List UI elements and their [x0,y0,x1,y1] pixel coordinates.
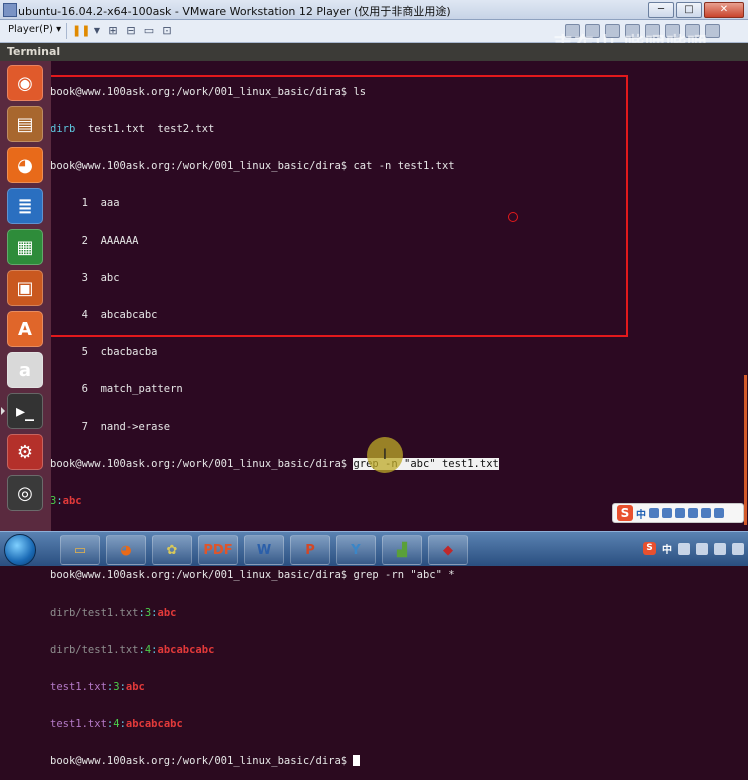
dash-icon[interactable]: ◉ [7,65,43,101]
terminal-line: book@www.100ask.org:/work/001_linux_basi… [50,569,499,581]
volume-icon[interactable] [696,542,708,555]
output-line: 4 abcabcabc [50,309,158,322]
output-line: 2 AAAAAA [50,234,139,247]
chevron-down-icon[interactable]: ▼ [90,24,104,38]
grep-result: 3:abc [50,495,499,507]
files-icon[interactable]: ▤ [7,106,43,142]
terminal-line: book@www.100ask.org:/work/001_linux_basi… [50,86,499,98]
windows-taskbar: ▭ ◕ ✿ PDF W P Y ▟ ◆ S 中 [0,531,748,566]
word-icon[interactable]: W [244,535,284,565]
minimize-button[interactable]: ─ [648,2,674,18]
match-text: abc [157,606,177,619]
explorer-icon[interactable]: ▭ [60,535,100,565]
sogou-logo-icon[interactable]: S [617,505,633,521]
writer-icon[interactable]: ≣ [7,188,43,224]
software-center-icon[interactable]: A [7,311,43,347]
output-line: 6 match_pattern [50,383,183,396]
firefox-taskbar-icon[interactable]: ◕ [106,535,146,565]
maximize-button[interactable]: □ [676,2,702,18]
file-path: test1.txt [50,681,107,694]
toolbar-divider [66,23,67,39]
ime-mode[interactable]: 中 [636,506,646,521]
fit-guest-icon[interactable]: ⊡ [160,24,174,38]
match-text: abc [125,681,145,694]
powerpoint-icon[interactable]: P [290,535,330,565]
command: cat -n test1.txt [347,160,455,173]
firefox-icon[interactable]: ◕ [7,147,43,183]
file-entries: test1.txt test2.txt [75,123,215,136]
pdf-icon[interactable]: PDF [198,535,238,565]
prompt: book@www.100ask.org:/work/001_linux_basi… [50,85,348,98]
start-button[interactable] [4,534,36,566]
prompt: book@www.100ask.org:/work/001_linux_basi… [50,755,348,768]
amazon-icon[interactable]: a [7,352,43,388]
calc-icon[interactable]: ▦ [7,229,43,265]
prompt: book@www.100ask.org:/work/001_linux_basi… [50,569,348,582]
running-indicator [1,407,5,415]
emoji-icon[interactable] [662,508,672,518]
sogou-tray-icon[interactable]: S [643,542,656,555]
vm-title-bar: ubuntu-16.04.2-x64-100ask - VMware Works… [0,0,748,20]
player-menu[interactable]: Player(P) ▾ [8,24,61,35]
impress-icon[interactable]: ▣ [7,270,43,306]
command: ls [347,85,367,98]
match-text: abcabcabc [125,718,183,731]
unity-icon[interactable]: ⊟ [124,24,138,38]
terminal-icon[interactable]: ▸_ [7,393,43,429]
send-ctrl-alt-del-icon[interactable]: ⊞ [106,24,120,38]
grep-result: dirb/test1.txt:4:abcabcabc [50,644,499,656]
terminal-line: book@www.100ask.org:/work/001_linux_basi… [50,755,499,767]
app3-icon[interactable]: ✿ [152,535,192,565]
terminal-line: dirb test1.txt test2.txt [50,123,499,135]
terminal-output: book@www.100ask.org:/work/001_linux_basi… [50,61,499,780]
terminal-line: book@www.100ask.org:/work/001_linux_basi… [50,457,499,470]
flag-icon[interactable] [732,542,744,555]
output-line: 7 nand->erase [50,420,171,433]
vmware-app-icon [3,3,17,17]
file-path: dirb/test1.txt [50,643,139,656]
file-path: test1.txt [50,718,107,731]
network-icon[interactable] [678,542,690,555]
output-line: 5 cbacbacba [50,346,158,359]
ubuntu-launcher: ◉ ▤ ◕ ≣ ▦ ▣ Aa ▸_ ⚙ ◎ [0,61,51,531]
keyboard-icon[interactable] [688,508,698,518]
text-cursor [353,755,361,767]
full-screen-icon[interactable]: ▭ [142,24,156,38]
grep-result: test1.txt:4:abcabcabc [50,718,499,730]
ubuntu-top-panel: Terminal [0,43,748,61]
command: grep -rn "abc" * [347,569,455,582]
punctuation-icon[interactable] [649,508,659,518]
panel-app-title: Terminal [7,45,61,58]
window-controls: ─ □ ✕ [648,2,744,18]
annotation-circle [508,212,518,222]
prompt: book@www.100ask.org:/work/001_linux_basi… [50,457,348,470]
match-text: abcabcabc [157,643,215,656]
notification-icon[interactable] [714,542,726,555]
terminal-line: book@www.100ask.org:/work/001_linux_basi… [50,160,499,172]
file-path: dirb/test1.txt [50,606,139,619]
prompt: book@www.100ask.org:/work/001_linux_basi… [50,160,348,173]
microphone-icon[interactable] [675,508,685,518]
close-button[interactable]: ✕ [704,2,744,18]
app7-icon[interactable]: Y [336,535,376,565]
output-line: 3 abc [50,271,120,284]
match-text: abc [62,495,82,508]
skin-icon[interactable] [701,508,711,518]
system-settings-icon[interactable]: ⚙ [7,434,43,470]
tray-ime-mode[interactable]: 中 [662,541,672,556]
grep-result: dirb/test1.txt:3:abc [50,607,499,619]
window-title: ubuntu-16.04.2-x64-100ask - VMware Works… [18,5,451,18]
pause-icon[interactable]: ❚❚ [72,24,90,38]
output-line: 1 aaa [50,197,120,210]
mouse-pointer-highlight: I [367,437,403,473]
app8-icon[interactable]: ▟ [382,535,422,565]
ime-toolbar[interactable]: S 中 [612,503,744,523]
toolbox-icon[interactable] [714,508,724,518]
dir-entry: dirb [50,123,76,136]
disk-icon[interactable]: ◎ [7,475,43,511]
app9-icon[interactable]: ◆ [428,535,468,565]
system-tray: S 中 [643,541,744,556]
grep-result: test1.txt:3:abc [50,681,499,693]
scrollbar-thumb[interactable] [744,375,747,525]
